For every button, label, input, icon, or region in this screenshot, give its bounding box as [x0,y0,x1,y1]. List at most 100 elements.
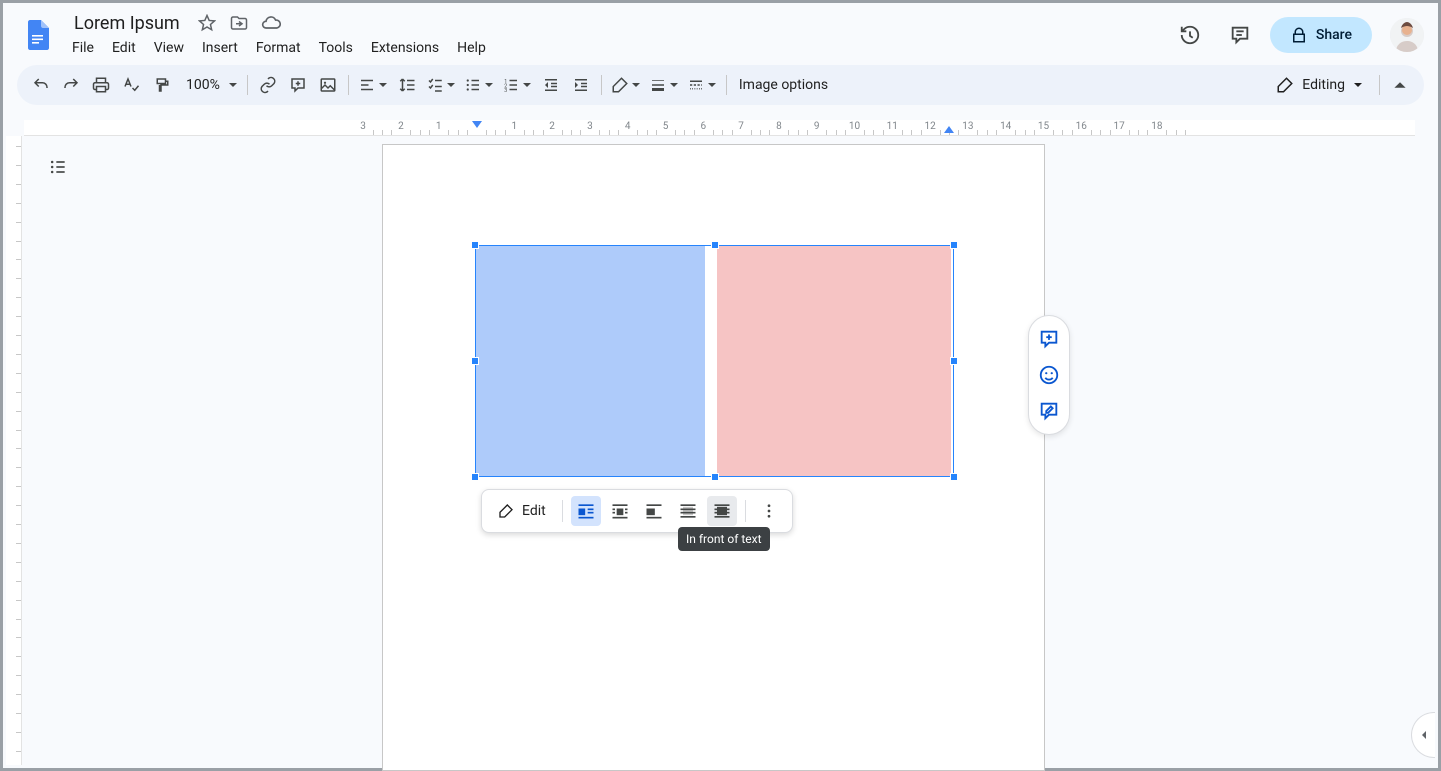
zoom-dropdown[interactable]: 100% [177,71,241,99]
comments-icon[interactable] [1220,15,1260,55]
wrap-behind-button[interactable] [673,496,703,526]
toolbar-separator [1379,75,1380,95]
toolbar-container: 100% 123 Image options Editing [3,65,1438,105]
border-color-dropdown[interactable] [608,71,644,99]
edit-drawing-button[interactable]: Edit [490,503,554,519]
vertical-ruler[interactable] [6,136,22,765]
toolbar-separator [745,500,746,522]
toolbar-separator [348,75,349,95]
chevron-down-icon [707,80,717,90]
svg-text:3: 3 [504,88,507,94]
menu-edit[interactable]: Edit [104,36,144,60]
border-dash-dropdown[interactable] [684,71,720,99]
history-icon[interactable] [1170,15,1210,55]
decrease-indent-button[interactable] [537,71,565,99]
more-options-button[interactable] [754,496,784,526]
pencil-icon [1276,76,1294,94]
chevron-down-icon [631,80,641,90]
bulleted-list-dropdown[interactable] [461,71,497,99]
title-row: Lorem Ipsum [63,11,1170,36]
document-outline-button[interactable] [44,153,72,181]
wrap-in-front-button[interactable] [707,496,737,526]
zoom-value: 100% [180,77,226,93]
redo-button[interactable] [57,71,85,99]
chevron-down-icon [1353,80,1363,90]
add-comment-button[interactable] [284,71,312,99]
collapse-toolbar-button[interactable] [1386,71,1414,99]
toolbar-separator [601,75,602,95]
resize-handle-br[interactable] [950,473,958,481]
image-options-button[interactable]: Image options [733,77,834,93]
print-button[interactable] [87,71,115,99]
menu-format[interactable]: Format [248,36,309,60]
resize-handle-bm[interactable] [711,473,719,481]
pencil-icon [498,503,514,519]
emoji-reaction-button[interactable] [1033,359,1065,391]
resize-handle-tl[interactable] [471,241,479,249]
move-icon[interactable] [227,11,251,35]
menu-extensions[interactable]: Extensions [363,36,447,60]
menu-file[interactable]: File [64,36,102,60]
drawing-selection[interactable] [475,245,954,477]
toolbar: 100% 123 Image options Editing [17,65,1424,105]
document-title[interactable]: Lorem Ipsum [67,11,187,36]
share-label: Share [1316,27,1352,43]
menu-insert[interactable]: Insert [194,36,246,60]
checklist-dropdown[interactable] [423,71,459,99]
star-icon[interactable] [195,11,219,35]
undo-button[interactable] [27,71,55,99]
content-area: 321123456789101112131415161718 Edit [6,111,1435,765]
wrap-break-button[interactable] [639,496,669,526]
suggest-edits-button[interactable] [1033,395,1065,427]
cloud-status-icon[interactable] [259,11,283,35]
docs-logo[interactable] [17,15,57,55]
edit-label: Edit [522,503,546,519]
tooltip-in-front-of-text: In front of text [678,527,770,551]
chevron-left-icon [1419,730,1429,740]
resize-handle-bl[interactable] [471,473,479,481]
chevron-down-icon [378,80,388,90]
share-button[interactable]: Share [1270,17,1372,53]
resize-handle-mr[interactable] [950,357,958,365]
paint-format-button[interactable] [147,71,175,99]
title-area: Lorem Ipsum File Edit View Insert Format… [63,11,1170,60]
comment-rail [1028,315,1070,435]
editing-label: Editing [1302,77,1345,93]
kebab-icon [760,502,778,520]
menu-help[interactable]: Help [449,36,494,60]
first-line-indent-marker[interactable] [471,120,483,134]
chevron-down-icon [446,80,456,90]
drawing-pink-square [717,246,951,476]
border-weight-dropdown[interactable] [646,71,682,99]
menu-tools[interactable]: Tools [311,36,361,60]
header: Lorem Ipsum File Edit View Insert Format… [3,3,1438,67]
add-comment-rail-button[interactable] [1033,323,1065,355]
user-avatar[interactable] [1390,18,1424,52]
menu-view[interactable]: View [146,36,192,60]
chevron-down-icon [228,80,238,90]
horizontal-ruler[interactable]: 321123456789101112131415161718 [24,120,1415,136]
menubar: File Edit View Insert Format Tools Exten… [63,36,1170,60]
insert-image-button[interactable] [314,71,342,99]
editing-mode-dropdown[interactable]: Editing [1266,76,1373,94]
spellcheck-button[interactable] [117,71,145,99]
chevron-down-icon [522,80,532,90]
chevron-down-icon [484,80,494,90]
side-panel-toggle[interactable] [1411,712,1435,758]
lock-icon [1290,26,1308,44]
insert-link-button[interactable] [254,71,282,99]
numbered-list-dropdown[interactable]: 123 [499,71,535,99]
wrap-text-button[interactable] [605,496,635,526]
header-right: Share [1170,15,1424,55]
increase-indent-button[interactable] [567,71,595,99]
drawing-blue-square [476,246,705,476]
line-spacing-dropdown[interactable] [393,71,421,99]
align-dropdown[interactable] [355,71,391,99]
resize-handle-tr[interactable] [950,241,958,249]
wrap-inline-button[interactable] [571,496,601,526]
right-indent-marker[interactable] [943,125,955,136]
toolbar-separator [726,75,727,95]
resize-handle-tm[interactable] [711,241,719,249]
resize-handle-ml[interactable] [471,357,479,365]
toolbar-separator [247,75,248,95]
